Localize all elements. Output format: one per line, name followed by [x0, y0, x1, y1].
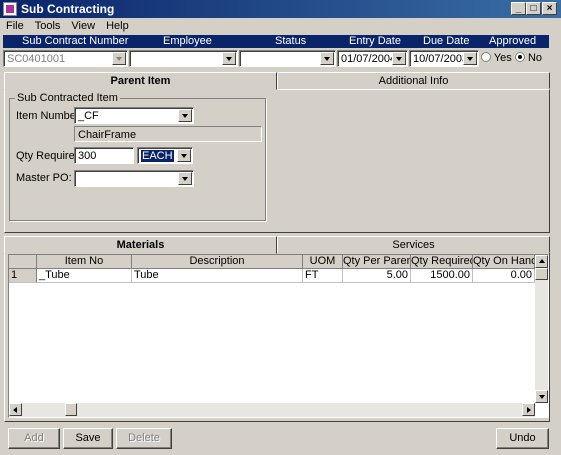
sub-contract-number-value: SC0401001: [7, 53, 66, 65]
save-button[interactable]: Save: [63, 428, 113, 449]
entry-date-field[interactable]: 01/07/2004: [337, 50, 408, 67]
chevron-down-icon[interactable]: [320, 52, 334, 65]
chevron-down-icon[interactable]: [222, 52, 236, 65]
item-number-label: Item Number:: [16, 110, 83, 122]
minimize-button[interactable]: _: [511, 2, 526, 15]
approved-radio-group: Yes No: [481, 52, 542, 64]
horizontal-scrollbar[interactable]: [9, 403, 535, 417]
qty-required-field[interactable]: 300: [74, 147, 134, 164]
horizontal-scroll-thumb[interactable]: [65, 403, 77, 416]
cell-qty-per-parent[interactable]: 5.00: [343, 269, 411, 283]
materials-grid: Item No Description UOM Qty Per Parent Q…: [8, 254, 549, 418]
chevron-down-icon[interactable]: [178, 172, 192, 185]
approved-no-label: No: [527, 52, 542, 64]
item-number-value: _CF: [78, 110, 99, 122]
delete-button[interactable]: Delete: [116, 428, 172, 449]
scroll-right-button[interactable]: [522, 403, 535, 416]
due-date-value: 10/07/2003: [413, 53, 469, 65]
header-sub-contract-number: Sub Contract Number: [22, 35, 129, 47]
window-title: Sub Contracting: [21, 2, 115, 16]
grid-corner: [9, 255, 37, 269]
cell-item-no[interactable]: _Tube: [37, 269, 132, 283]
header-approved: Approved: [489, 35, 537, 47]
header-strip: Sub Contract Number Employee Status Entr…: [3, 35, 549, 48]
column-header-uom[interactable]: UOM: [303, 255, 343, 269]
vertical-scroll-thumb[interactable]: [535, 268, 548, 280]
chevron-down-icon[interactable]: [177, 149, 191, 162]
chevron-down-icon[interactable]: [112, 52, 126, 65]
undo-button[interactable]: Undo: [496, 428, 549, 449]
column-header-description[interactable]: Description: [132, 255, 303, 269]
menu-tools[interactable]: Tools: [29, 19, 66, 32]
header-due-date: Due Date: [423, 35, 470, 47]
scroll-left-button[interactable]: [9, 403, 22, 416]
maximize-button[interactable]: □: [526, 2, 541, 15]
header-employee: Employee: [163, 35, 212, 47]
tab-additional-info[interactable]: Additional Info: [277, 72, 550, 89]
sub-contract-number-field[interactable]: SC0401001: [3, 50, 128, 67]
scroll-down-button[interactable]: [535, 390, 548, 403]
approved-yes-radio[interactable]: [481, 52, 491, 62]
cell-qty-required[interactable]: 1500.00: [411, 269, 473, 283]
scroll-up-button[interactable]: [535, 255, 548, 268]
menu-view[interactable]: View: [65, 19, 100, 32]
title-bar: Sub Contracting _ □ ×: [0, 0, 561, 18]
close-button[interactable]: ×: [542, 2, 557, 15]
column-header-qty-on-hand[interactable]: Qty On Hand: [473, 255, 535, 269]
menu-help[interactable]: Help: [100, 19, 134, 32]
header-entry-date: Entry Date: [349, 35, 401, 47]
tab-parent-item[interactable]: Parent Item: [4, 72, 277, 90]
status-field[interactable]: [239, 50, 336, 67]
add-button[interactable]: Add: [8, 428, 60, 449]
master-po-field[interactable]: [74, 170, 194, 187]
cell-uom[interactable]: FT: [303, 269, 343, 283]
header-status: Status: [275, 35, 307, 47]
column-header-qty-per-parent[interactable]: Qty Per Parent: [343, 255, 411, 269]
chevron-down-icon[interactable]: [463, 52, 477, 65]
item-description-field: ChairFrame: [74, 126, 262, 142]
uom-value: EACH: [141, 150, 174, 162]
entry-date-value: 01/07/2004: [341, 53, 397, 65]
cell-qty-on-hand[interactable]: 0.00: [473, 269, 535, 283]
column-header-item-no[interactable]: Item No: [37, 255, 132, 269]
chevron-down-icon[interactable]: [392, 52, 406, 65]
menu-bar: File Tools View Help: [0, 19, 561, 35]
app-icon: [3, 2, 17, 16]
column-header-qty-required[interactable]: Qty Required: [411, 255, 473, 269]
row-number[interactable]: 1: [9, 269, 37, 283]
cell-description[interactable]: Tube: [132, 269, 303, 283]
menu-file[interactable]: File: [0, 19, 29, 32]
due-date-field[interactable]: 10/07/2003: [409, 50, 479, 67]
item-number-field[interactable]: _CF: [74, 107, 194, 124]
chevron-down-icon[interactable]: [178, 109, 192, 122]
uom-field[interactable]: EACH: [137, 147, 193, 164]
master-po-label: Master PO:: [16, 172, 72, 184]
group-label: Sub Contracted Item: [15, 92, 120, 104]
tab-materials[interactable]: Materials: [4, 236, 277, 254]
tab-services[interactable]: Services: [277, 236, 550, 253]
approved-no-radio[interactable]: [514, 52, 525, 62]
employee-field[interactable]: [129, 50, 238, 67]
approved-yes-label: Yes: [493, 52, 512, 64]
